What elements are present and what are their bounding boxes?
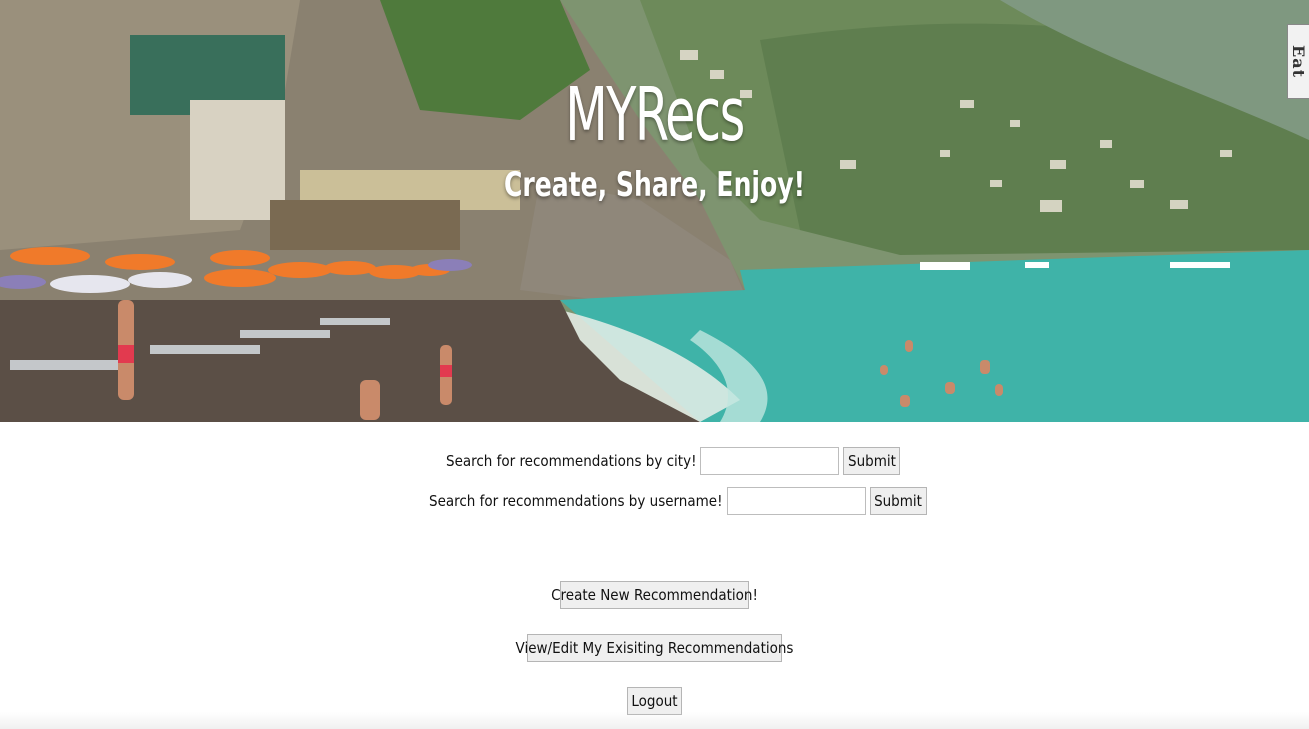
username-search-input[interactable]: [726, 487, 866, 515]
site-tagline: Create, Share, Enjoy!: [503, 165, 806, 205]
site-title: MYRecs: [565, 72, 745, 158]
create-recommendation-button[interactable]: Create New Recommendation!: [551, 581, 758, 609]
username-search-form: Search for recommendations by username! …: [429, 487, 927, 515]
logout-button[interactable]: Logout: [627, 687, 682, 715]
hero-banner: MYRecs Create, Share, Enjoy!: [0, 0, 1309, 422]
corner-tab-label: Eat: [1289, 45, 1309, 78]
city-search-form: Search for recommendations by city! Subm…: [446, 447, 901, 475]
city-search-label: Search for recommendations by city!: [446, 452, 697, 470]
city-submit-button[interactable]: Submit: [843, 447, 901, 475]
corner-tab[interactable]: Eat: [1287, 24, 1309, 99]
username-submit-button[interactable]: Submit: [869, 487, 927, 515]
view-edit-recommendations-button[interactable]: View/Edit My Exisiting Recommendations: [516, 634, 793, 662]
bottom-shadow: [0, 712, 1309, 729]
username-search-label: Search for recommendations by username!: [429, 492, 723, 510]
beach-photo: [0, 0, 1309, 422]
city-search-input[interactable]: [700, 447, 840, 475]
